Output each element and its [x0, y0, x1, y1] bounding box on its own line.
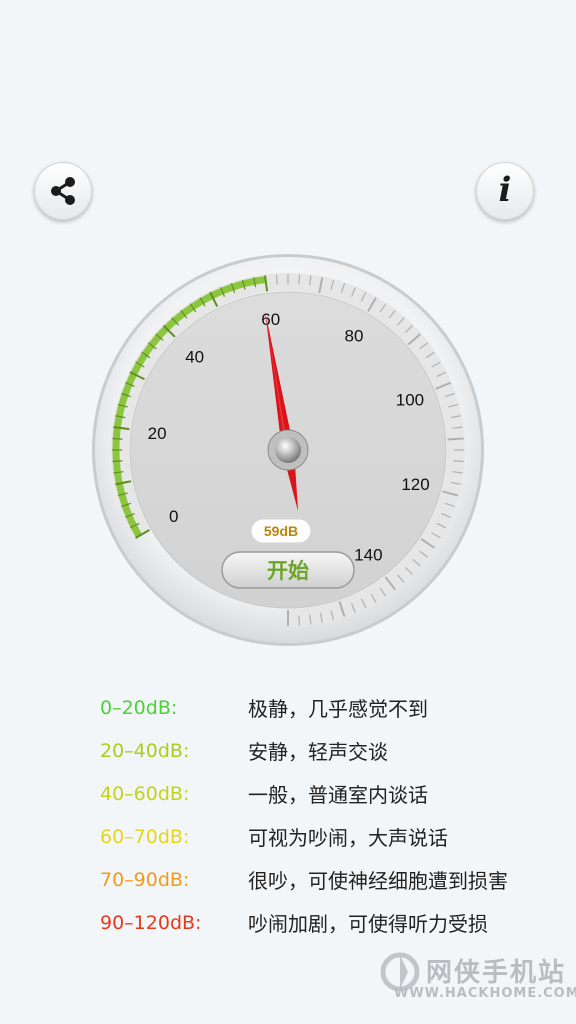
gauge-tick [112, 437, 123, 440]
scale-label: 120 [401, 475, 429, 494]
legend-description: 吵闹加剧，可使得听力受损 [248, 912, 488, 936]
scale-label: 40 [185, 348, 204, 367]
legend-row: 70–90dB: 很吵，可使神经细胞遭到损害 [100, 858, 560, 901]
info-button[interactable]: i [476, 162, 534, 220]
share-button[interactable] [34, 162, 92, 220]
legend-description: 安静，轻声交谈 [248, 740, 388, 764]
start-button[interactable]: 开始 [221, 551, 355, 589]
needle-hub [275, 437, 301, 463]
gauge-tick [112, 460, 123, 463]
legend-description: 一般，普通室内谈话 [248, 783, 428, 807]
legend-range: 20–40dB: [100, 739, 190, 762]
gauge-tick [298, 274, 301, 285]
legend-row: 60–70dB: 可视为吵闹，大声说话 [100, 815, 560, 858]
value-readout: 59dB [264, 523, 298, 539]
start-button-label: 开始 [267, 559, 309, 583]
gauge-tick [453, 460, 464, 463]
watermark-en: WWW.HACKHOME.COM [394, 986, 576, 1001]
scale-label: 0 [169, 507, 178, 526]
legend-description: 可视为吵闹，大声说话 [248, 826, 448, 850]
watermark: 网侠手机站 WWW.HACKHOME.COM [376, 946, 576, 1002]
watermark-cn: 网侠手机站 [426, 958, 567, 988]
scale-label: 140 [354, 546, 382, 565]
sound-level-gauge: 020406080100120140160 59dB 开始 [92, 254, 484, 646]
scale-label: 20 [148, 424, 167, 443]
gauge-tick [298, 615, 301, 626]
gauge-tick [447, 437, 464, 441]
legend-row: 0–20dB: 极静，几乎感觉不到 [100, 686, 560, 729]
legend-row: 40–60dB: 一般，普通室内谈话 [100, 772, 560, 815]
legend-range: 60–70dB: [100, 825, 190, 848]
legend-range: 0–20dB: [100, 696, 178, 719]
info-icon: i [498, 170, 512, 210]
legend-description: 极静，几乎感觉不到 [248, 697, 428, 721]
legend-row: 90–120dB: 吵闹加剧，可使得听力受损 [100, 901, 560, 944]
legend-description: 很吵，可使神经细胞遭到损害 [248, 869, 508, 893]
scale-label: 80 [345, 327, 364, 346]
scale-label: 60 [261, 310, 280, 329]
gauge-tick [275, 274, 278, 285]
noise-level-legend: 0–20dB: 极静，几乎感觉不到 20–40dB: 安静，轻声交谈 40–60… [100, 686, 560, 944]
legend-range: 70–90dB: [100, 868, 190, 891]
legend-range: 90–120dB: [100, 911, 202, 934]
legend-range: 40–60dB: [100, 782, 190, 805]
share-icon [51, 177, 75, 205]
scale-label: 100 [396, 390, 424, 409]
legend-row: 20–40dB: 安静，轻声交谈 [100, 729, 560, 772]
